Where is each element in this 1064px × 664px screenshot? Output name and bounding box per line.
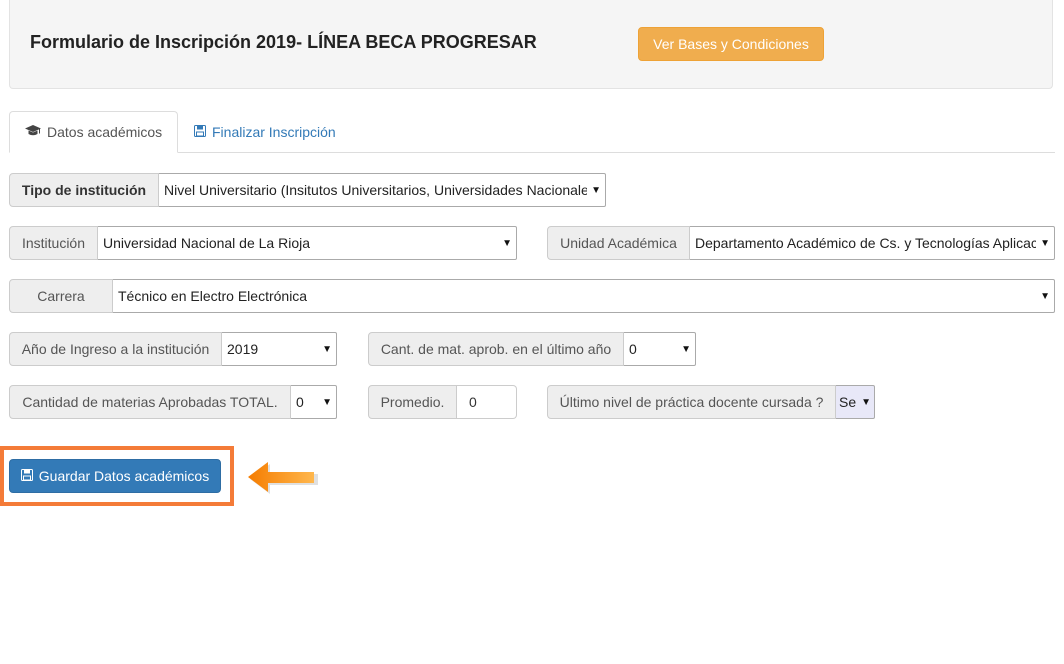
caret-down-icon: ▼	[1040, 237, 1050, 249]
tipo-institucion-label: Tipo de institución	[9, 173, 159, 207]
caret-down-icon: ▼	[502, 237, 512, 249]
tab-label: Datos académicos	[47, 124, 163, 140]
select-value: Nivel Universitario (Insitutos Universit…	[164, 182, 588, 198]
institucion-group: Institución Universidad Nacional de La R…	[9, 226, 517, 260]
caret-down-icon: ▼	[1040, 290, 1050, 302]
cant-mat-ultimo-label: Cant. de mat. aprob. en el último año	[368, 332, 624, 366]
caret-down-icon: ▼	[861, 396, 871, 408]
tipo-institucion-select[interactable]: Nivel Universitario (Insitutos Universit…	[159, 173, 606, 207]
promedio-input[interactable]: 0	[457, 385, 517, 419]
caret-down-icon: ▼	[681, 343, 691, 355]
unidad-academica-select[interactable]: Departamento Académico de Cs. y Tecnolog…	[690, 226, 1055, 260]
floppy-disk-icon	[20, 468, 33, 484]
bases-conditions-button[interactable]: Ver Bases y Condiciones	[638, 27, 824, 61]
page-header: Formulario de Inscripción 2019- LÍNEA BE…	[9, 0, 1053, 89]
cant-mat-total-group: Cantidad de materias Aprobadas TOTAL. 0 …	[9, 385, 337, 419]
tab-label: Finalizar Inscripción	[212, 124, 336, 140]
institucion-label: Institución	[9, 226, 98, 260]
carrera-select[interactable]: Técnico en Electro Electrónica ▼	[113, 279, 1055, 313]
cant-mat-ultimo-group: Cant. de mat. aprob. en el último año 0 …	[368, 332, 696, 366]
unidad-academica-label: Unidad Académica	[547, 226, 690, 260]
promedio-group: Promedio. 0	[368, 385, 517, 419]
caret-down-icon: ▼	[322, 343, 332, 355]
select-value: 0	[296, 394, 304, 410]
tab-finalizar-inscripcion[interactable]: Finalizar Inscripción	[179, 111, 351, 153]
carrera-group: Carrera Técnico en Electro Electrónica ▼	[9, 279, 1055, 313]
select-value: Universidad Nacional de La Rioja	[103, 235, 311, 251]
select-value: Técnico en Electro Electrónica	[118, 288, 308, 304]
cant-mat-ultimo-select[interactable]: 0 ▼	[624, 332, 696, 366]
cant-mat-total-select[interactable]: 0 ▼	[291, 385, 337, 419]
save-button-label: Guardar Datos académicos	[38, 468, 210, 484]
floppy-disk-icon	[194, 124, 206, 140]
arrow-left-icon	[248, 462, 318, 494]
institucion-select[interactable]: Universidad Nacional de La Rioja ▼	[98, 226, 517, 260]
page-title: Formulario de Inscripción 2019- LÍNEA BE…	[30, 32, 537, 52]
caret-down-icon: ▼	[591, 184, 601, 196]
select-value: Se	[839, 394, 857, 410]
tab-datos-academicos[interactable]: Datos académicos	[9, 111, 178, 153]
practica-docente-group: Último nivel de práctica docente cursada…	[547, 385, 875, 419]
carrera-label: Carrera	[9, 279, 113, 313]
cant-mat-total-label: Cantidad de materias Aprobadas TOTAL.	[9, 385, 291, 419]
practica-docente-label: Último nivel de práctica docente cursada…	[547, 385, 836, 419]
save-academic-data-button[interactable]: Guardar Datos académicos	[9, 459, 221, 493]
caret-down-icon: ▼	[322, 396, 332, 408]
select-value: Departamento Académico de Cs. y Tecnolog…	[695, 235, 1037, 251]
tab-bar: Datos académicos Finalizar Inscripción	[9, 111, 1055, 153]
promedio-label: Promedio.	[368, 385, 457, 419]
anio-ingreso-label: Año de Ingreso a la institución	[9, 332, 222, 366]
select-value: 2019	[227, 341, 259, 357]
unidad-academica-group: Unidad Académica Departamento Académico …	[547, 226, 1055, 260]
tipo-institucion-group: Tipo de institución Nivel Universitario …	[9, 173, 606, 207]
anio-ingreso-group: Año de Ingreso a la institución 2019 ▼	[9, 332, 337, 366]
anio-ingreso-select[interactable]: 2019 ▼	[222, 332, 337, 366]
practica-docente-select[interactable]: Se ▼	[836, 385, 875, 419]
graduation-cap-icon	[25, 124, 41, 140]
select-value: 0	[629, 341, 637, 357]
